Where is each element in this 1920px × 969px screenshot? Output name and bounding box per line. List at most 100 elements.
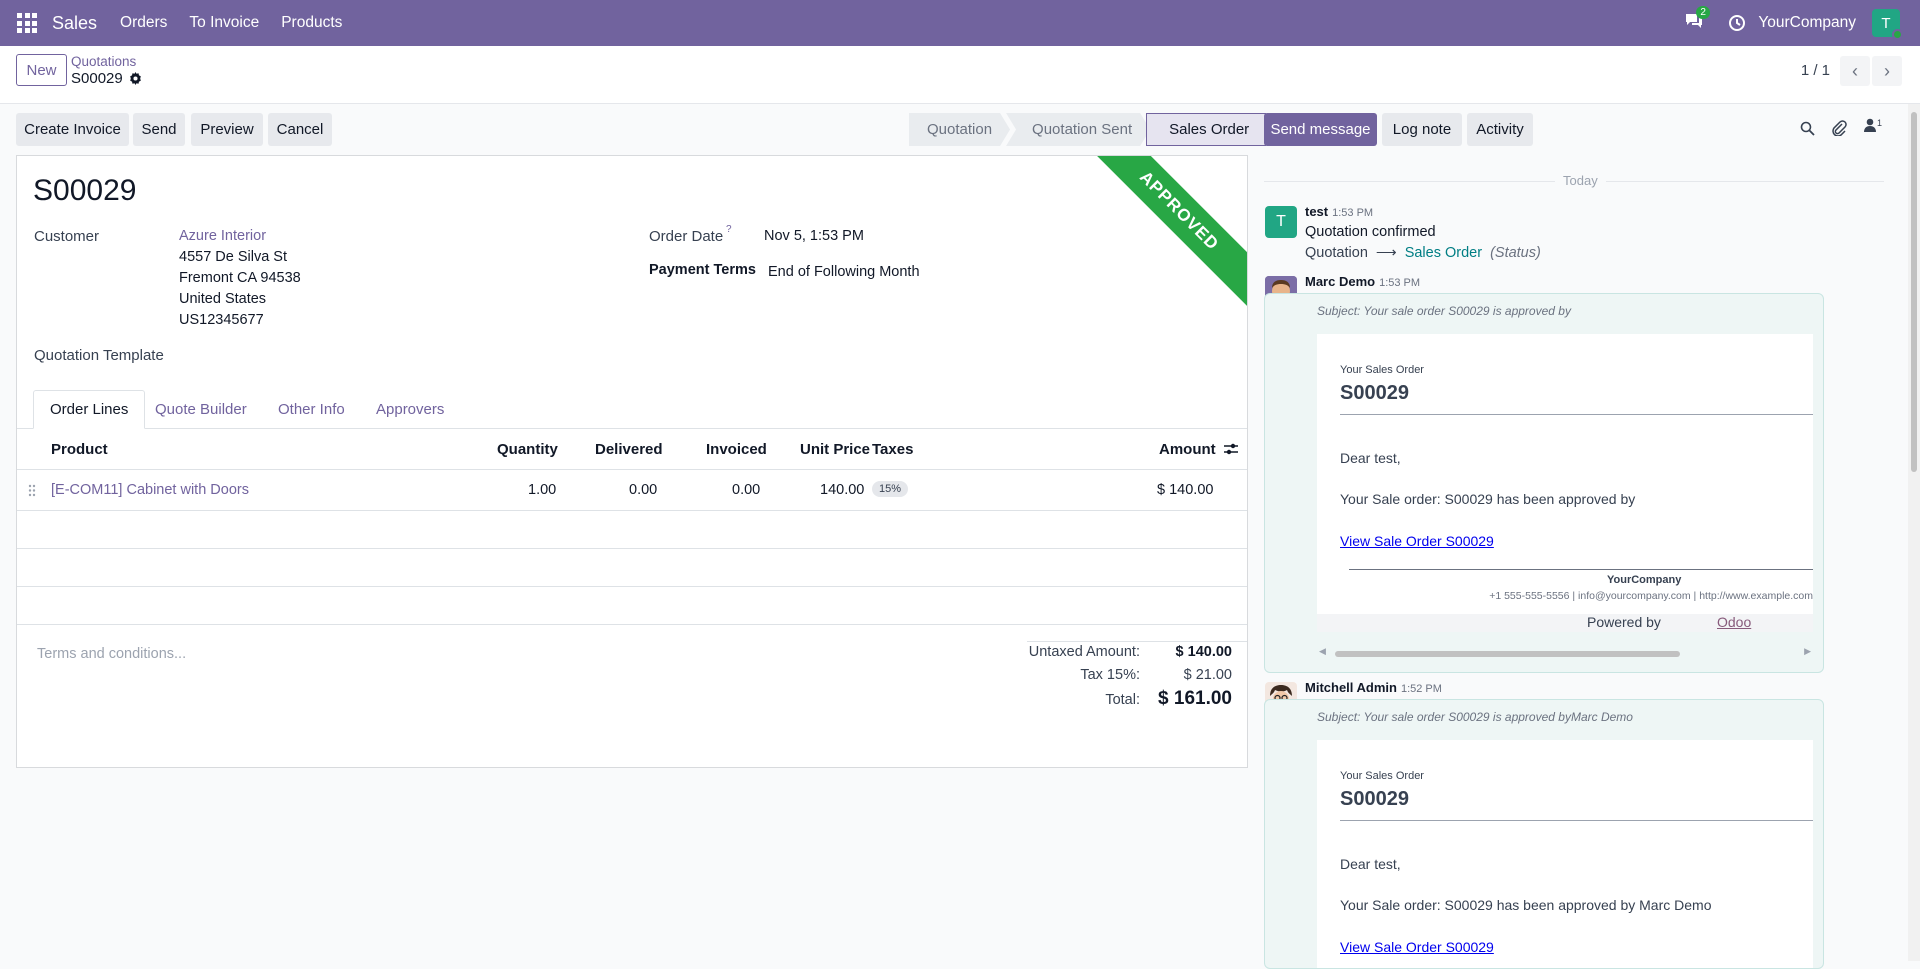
view-sale-order-link[interactable]: View Sale Order S00029: [1340, 533, 1494, 549]
empty-row: [17, 511, 1247, 549]
quotation-template-label: Quotation Template: [34, 347, 164, 364]
optional-columns-icon[interactable]: [1224, 442, 1238, 456]
preview-button[interactable]: Preview: [191, 113, 263, 146]
user-icon: [1864, 118, 1876, 132]
email-order-number: S00029: [1340, 382, 1409, 404]
scroll-thumb[interactable]: [1335, 651, 1680, 657]
scroll-left-icon[interactable]: ◀: [1319, 646, 1326, 657]
send-button[interactable]: Send: [133, 113, 185, 146]
chatter-scroll-thumb[interactable]: [1911, 112, 1917, 472]
menu-products[interactable]: Products: [281, 14, 342, 32]
col-taxes[interactable]: Taxes: [872, 441, 913, 458]
table-row[interactable]: [E-COM11] Cabinet with Doors 1.00 0.00 0…: [17, 470, 1247, 511]
chevron-right-icon: ›: [1884, 60, 1890, 81]
customer-name-link[interactable]: Azure Interior: [179, 228, 266, 244]
powered-by-label: Powered by: [1587, 614, 1661, 630]
terms-conditions-input[interactable]: Terms and conditions...: [37, 646, 186, 662]
horizontal-scrollbar[interactable]: ◀ ▶: [1317, 646, 1813, 659]
email-divider: [1340, 414, 1813, 415]
col-product[interactable]: Product: [51, 441, 108, 458]
quantity-cell: 1.00: [528, 482, 557, 498]
scroll-right-icon[interactable]: ▶: [1804, 646, 1811, 657]
view-sale-order-link[interactable]: View Sale Order S00029: [1340, 939, 1494, 955]
address-line-4: US12345677: [179, 312, 264, 328]
author-name: Marc Demo: [1305, 274, 1376, 289]
arrow-right-icon: ⟶: [1375, 245, 1397, 261]
odoo-link[interactable]: Odoo: [1717, 614, 1751, 630]
tab-approvers[interactable]: Approvers: [360, 390, 460, 429]
message-author[interactable]: test 1:53 PM: [1305, 204, 1373, 219]
message-author[interactable]: Marc Demo 1:53 PM: [1305, 274, 1420, 289]
email-company: YourCompany: [1607, 574, 1682, 586]
top-navbar: Sales Orders To Invoice Products 2 YourC…: [0, 0, 1920, 46]
app-name[interactable]: Sales: [52, 13, 97, 34]
tab-quote-builder[interactable]: Quote Builder: [139, 390, 263, 429]
amount-cell: $ 140.00: [1157, 482, 1214, 498]
apps-menu-icon[interactable]: [17, 13, 37, 33]
menu-orders[interactable]: Orders: [120, 14, 167, 32]
email-footer-divider: [1349, 569, 1813, 570]
follower-count: 1: [1877, 118, 1883, 128]
tracking-field: (Status): [1490, 245, 1541, 261]
send-message-button[interactable]: Send message: [1264, 113, 1377, 146]
message-time: 1:52 PM: [1400, 683, 1442, 695]
message-body: Quotation confirmed: [1305, 224, 1436, 240]
status-bar: Quotation Quotation Sent Sales Order: [909, 113, 1267, 146]
total-value: $ 161.00: [1158, 688, 1232, 709]
tab-order-lines[interactable]: Order Lines: [33, 390, 146, 429]
chatter-scrollbar[interactable]: [1908, 104, 1920, 961]
company-switcher[interactable]: YourCompany: [1758, 14, 1856, 32]
col-quantity[interactable]: Quantity: [497, 441, 558, 458]
new-button[interactable]: New: [16, 54, 67, 86]
email-subject: Subject: Your sale order S00029 is appro…: [1317, 304, 1571, 318]
order-date-label: Order Date: [649, 228, 724, 245]
clock-icon[interactable]: [1728, 14, 1746, 32]
author-name: Mitchell Admin: [1305, 680, 1397, 695]
status-quotation[interactable]: Quotation: [909, 113, 1010, 146]
search-icon[interactable]: [1800, 121, 1815, 136]
message-time: 1:53 PM: [1332, 207, 1374, 219]
form-sheet: APPROVED S00029 Customer Azure Interior …: [16, 155, 1248, 768]
help-tooltip-icon[interactable]: ?: [726, 224, 732, 235]
order-date-value[interactable]: Nov 5, 1:53 PM: [764, 228, 864, 244]
pager-next-button[interactable]: ›: [1872, 56, 1902, 86]
email-greeting: Dear test,: [1340, 856, 1401, 872]
breadcrumb-quotations[interactable]: Quotations: [71, 54, 136, 69]
email-greeting: Dear test,: [1340, 450, 1401, 466]
email-body: Your Sales Order S00029 Dear test, Your …: [1317, 334, 1813, 632]
product-cell[interactable]: [E-COM11] Cabinet with Doors: [51, 482, 249, 498]
email-subject: Subject: Your sale order S00029 is appro…: [1317, 710, 1633, 724]
payment-terms-value[interactable]: End of Following Month: [768, 264, 920, 280]
avatar[interactable]: T: [1265, 206, 1297, 238]
col-unit-price[interactable]: Unit Price: [800, 441, 870, 458]
user-avatar[interactable]: T: [1872, 9, 1903, 40]
paperclip-icon[interactable]: [1831, 120, 1847, 136]
col-amount[interactable]: Amount: [1159, 441, 1216, 458]
message-time: 1:53 PM: [1379, 277, 1421, 289]
email-contact: +1 555-555-5556 | info@yourcompany.com |…: [1489, 590, 1813, 602]
empty-row: [17, 587, 1247, 625]
message-author[interactable]: Mitchell Admin 1:52 PM: [1305, 680, 1442, 695]
col-invoiced[interactable]: Invoiced: [706, 441, 767, 458]
followers-button[interactable]: 1: [1864, 118, 1882, 132]
activity-button[interactable]: Activity: [1467, 113, 1533, 146]
status-quotation-sent[interactable]: Quotation Sent: [1006, 113, 1150, 146]
address-line-1: 4557 De Silva St: [179, 249, 288, 265]
drag-handle-icon[interactable]: [28, 484, 36, 497]
pager-value[interactable]: 1 / 1: [1801, 62, 1830, 79]
messaging-button[interactable]: 2: [1684, 6, 1710, 34]
gear-icon[interactable]: [129, 72, 142, 85]
invoiced-cell: 0.00: [732, 482, 761, 498]
menu-to-invoice[interactable]: To Invoice: [189, 14, 259, 32]
log-note-button[interactable]: Log note: [1382, 113, 1462, 146]
create-invoice-button[interactable]: Create Invoice: [16, 113, 129, 146]
email-heading-small: Your Sales Order: [1340, 770, 1424, 782]
tax-value: $ 21.00: [1183, 667, 1232, 683]
pager-previous-button[interactable]: ‹: [1840, 56, 1870, 86]
tab-other-info[interactable]: Other Info: [262, 390, 361, 429]
notebook-tabs: Order Lines Quote Builder Other Info App…: [17, 390, 1247, 429]
status-sales-order[interactable]: Sales Order: [1146, 113, 1267, 146]
cancel-button[interactable]: Cancel: [268, 113, 332, 146]
col-delivered[interactable]: Delivered: [595, 441, 663, 458]
author-name: test: [1305, 204, 1329, 219]
